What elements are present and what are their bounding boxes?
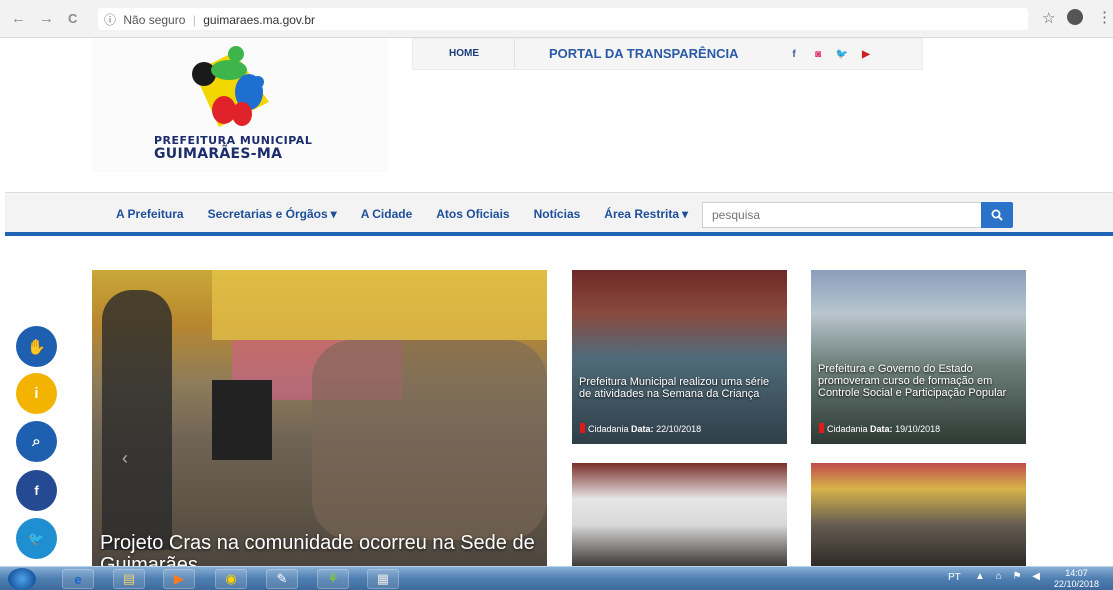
news-card[interactable]: Prefeitura e Governo do Estado promovera… [811, 270, 1026, 444]
news-title[interactable]: Prefeitura e Governo do Estado promovera… [818, 363, 1018, 399]
nav-item-label: A Prefeitura [116, 207, 184, 221]
nav-item-area-restrita[interactable]: Área Restrita ▾ [604, 207, 688, 221]
browser-toolbar: ← → C ⓘ Não seguro | guimaraes.ma.gov.br… [0, 0, 1113, 38]
nav-item-noticias[interactable]: Notícias [534, 207, 581, 221]
facebook-float-button[interactable]: f [16, 470, 57, 511]
search-button[interactable] [981, 202, 1013, 228]
nav-item-label: Atos Oficiais [436, 207, 510, 221]
magnifier-icon: ⌕ [32, 433, 41, 450]
photo-person [102, 290, 172, 550]
clock-date: 22/10/2018 [1054, 579, 1100, 589]
forward-icon[interactable]: → [39, 10, 54, 27]
address-bar[interactable]: ⓘ Não seguro | guimaraes.ma.gov.br [98, 8, 1028, 30]
system-tray-icons[interactable]: ▲ ⌂ ⚑ ◀ [975, 571, 1044, 582]
paint-icon[interactable]: ✎ [266, 569, 298, 589]
news-title[interactable]: Prefeitura Municipal realizou uma série … [579, 376, 779, 400]
news-category: Cidadania [588, 424, 629, 434]
instagram-icon[interactable]: ◙ [809, 45, 827, 63]
news-card[interactable]: Prefeitura Municipal realizou uma série … [572, 270, 787, 444]
slider-prev-icon[interactable]: ‹ [122, 448, 128, 469]
twitter-icon[interactable]: 🐦 [833, 45, 851, 63]
photo-crowd [312, 340, 547, 540]
top-links-divider [514, 39, 515, 69]
home-link[interactable]: HOME [449, 48, 479, 59]
featured-news-title[interactable]: Projeto Cras na comunidade ocorreu na Se… [100, 532, 540, 566]
url-text[interactable]: guimaraes.ma.gov.br [203, 13, 315, 27]
nav-item-label: Notícias [533, 207, 581, 221]
chevron-down-icon: ▾ [330, 207, 337, 221]
nav-item-atos-oficiais[interactable]: Atos Oficiais [436, 207, 509, 221]
account-icon[interactable] [1067, 9, 1083, 25]
nav-items: A Prefeitura Secretarias e Órgãos ▾ A Cid… [116, 207, 688, 221]
media-player-icon[interactable]: ▶ [163, 569, 195, 589]
category-marker [819, 423, 824, 433]
browser-menu-icon[interactable]: ⋮ [1097, 8, 1112, 26]
news-category: Cidadania [827, 424, 868, 434]
chrome-icon[interactable]: ◉ [215, 569, 247, 589]
twitter-float-button[interactable]: 🐦 [16, 518, 57, 559]
zoom-button[interactable]: ⌕ [16, 421, 57, 462]
news-meta: Cidadania Data: 19/10/2018 [819, 423, 940, 434]
photo-speaker [212, 380, 272, 460]
ie-icon[interactable]: e [62, 569, 94, 589]
calculator-icon[interactable]: ▦ [367, 569, 399, 589]
app-icon[interactable]: ⚘ [317, 569, 349, 589]
clock-time: 14:07 [1065, 568, 1088, 578]
nav-item-label: Área Restrita [604, 207, 679, 221]
search-input[interactable] [702, 202, 982, 228]
news-date: 19/10/2018 [895, 424, 941, 434]
nav-item-label: Secretarias e Órgãos [207, 207, 328, 221]
nav-item-label: A Cidade [360, 207, 413, 221]
youtube-icon[interactable]: ▶ [857, 45, 875, 63]
news-date-label: Data: [631, 424, 654, 434]
folder-icon[interactable]: ▤ [113, 569, 145, 589]
facebook-icon[interactable]: f [785, 45, 803, 63]
info-icon: i [34, 385, 39, 402]
photo-background [212, 270, 547, 340]
language-indicator[interactable]: PT [948, 572, 961, 583]
bookmark-star-icon[interactable]: ☆ [1042, 9, 1055, 27]
hand-icon: ✋ [27, 338, 46, 356]
clock[interactable]: 14:07 22/10/2018 [1054, 568, 1099, 590]
accessibility-sign-language-button[interactable]: ✋ [16, 326, 57, 367]
info-icon[interactable]: ⓘ [104, 13, 116, 27]
reload-icon[interactable]: C [68, 11, 77, 26]
twitter-icon: 🐦 [28, 530, 45, 546]
news-meta: Cidadania Data: 22/10/2018 [580, 423, 701, 434]
top-social-links: f ◙ 🐦 ▶ [785, 45, 875, 63]
start-button[interactable] [8, 568, 36, 590]
news-card[interactable] [572, 463, 787, 566]
back-icon[interactable]: ← [11, 10, 26, 27]
nav-item-secretarias[interactable]: Secretarias e Órgãos ▾ [208, 207, 337, 221]
info-button[interactable]: i [16, 373, 57, 414]
facebook-icon: f [34, 483, 39, 498]
nav-item-prefeitura[interactable]: A Prefeitura [116, 207, 184, 221]
news-card[interactable] [811, 463, 1026, 566]
featured-news-slide[interactable]: ‹ Projeto Cras na comunidade ocorreu na … [92, 270, 547, 566]
nav-item-cidade[interactable]: A Cidade [361, 207, 413, 221]
url-separator: | [192, 13, 196, 27]
windows-taskbar: e ▤ ▶ ◉ ✎ ⚘ ▦ PT ▲ ⌂ ⚑ ◀ 14:07 22/10/201… [0, 566, 1113, 590]
top-links-bar: HOME PORTAL DA TRANSPARÊNCIA f ◙ 🐦 ▶ [412, 38, 923, 70]
logo-emblem [192, 46, 269, 127]
security-label: Não seguro [123, 13, 186, 27]
main-navigation: A Prefeitura Secretarias e Órgãos ▾ A Cid… [5, 192, 1113, 236]
news-date: 22/10/2018 [656, 424, 702, 434]
category-marker [580, 423, 585, 433]
chevron-down-icon: ▾ [682, 207, 689, 221]
site-logo[interactable]: PREFEITURA MUNICIPAL GUIMARÃES-MA [92, 38, 388, 172]
transparency-portal-link[interactable]: PORTAL DA TRANSPARÊNCIA [549, 46, 738, 61]
logo-title-line2: GUIMARÃES-MA [154, 146, 283, 162]
news-date-label: Data: [870, 424, 893, 434]
search-icon [991, 209, 1003, 221]
